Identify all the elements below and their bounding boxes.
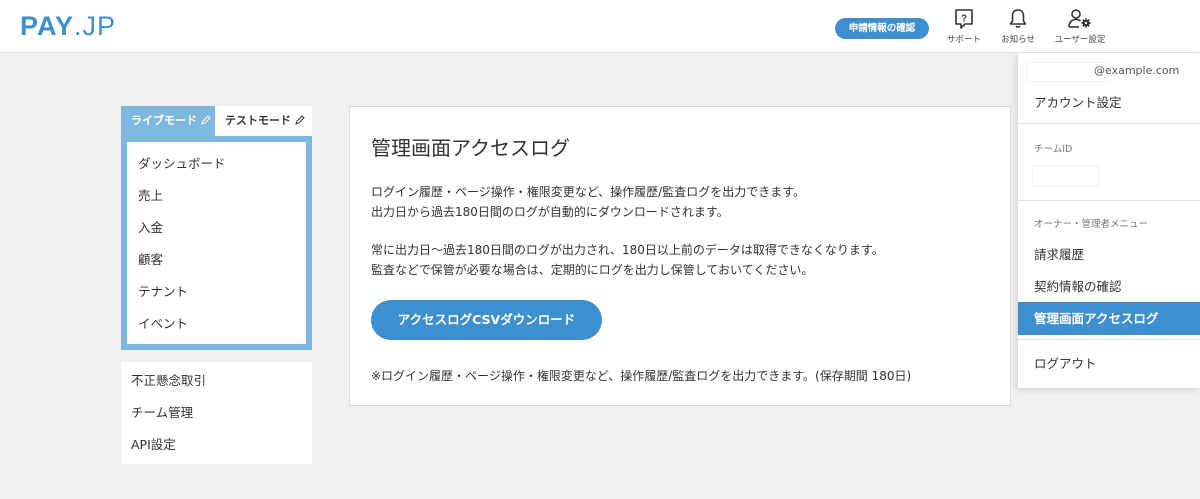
menu-logout[interactable]: ログアウト [1018, 347, 1200, 380]
page-title: 管理画面アクセスログ [371, 136, 570, 160]
retention-note: ※ログイン履歴・ページ操作・権限変更など、操作履歴/監査ログを出力できます。(保… [371, 369, 912, 383]
top-header: PAY.JP 申請情報の確認 ? サポート お知らせ ユーザー設定 [0, 0, 1200, 53]
logo-suffix: .JP [74, 11, 117, 41]
sidebar-extra-nav: 不正懸念取引 チーム管理 API設定 [121, 362, 312, 464]
svg-text:?: ? [961, 14, 967, 25]
sidebar-item-fraud[interactable]: 不正懸念取引 [121, 365, 312, 397]
notifications-label: お知らせ [1001, 35, 1035, 45]
menu-access-log[interactable]: 管理画面アクセスログ [1018, 302, 1200, 335]
access-log-card: 管理画面アクセスログ ログイン履歴・ページ操作・権限変更など、操作履歴/監査ログ… [349, 106, 1011, 406]
pencil-icon [295, 115, 305, 125]
menu-contract-info[interactable]: 契約情報の確認 [1018, 270, 1200, 303]
sidebar-main-nav: ダッシュボード 売上 入金 顧客 テナント イベント [121, 136, 312, 350]
sidebar-item-tenants[interactable]: テナント [127, 276, 306, 308]
sidebar-item-payouts[interactable]: 入金 [127, 212, 306, 244]
sidebar-item-team[interactable]: チーム管理 [121, 397, 312, 429]
user-settings-button[interactable]: ユーザー設定 [1050, 8, 1110, 45]
sidebar-item-sales[interactable]: 売上 [127, 180, 306, 212]
live-mode-label: ライブモード [131, 114, 197, 127]
support-icon: ? [955, 9, 973, 29]
support-label: サポート [946, 35, 981, 45]
user-email: @example.com [1094, 64, 1180, 77]
team-id-value [1032, 165, 1100, 187]
menu-divider [1018, 123, 1200, 124]
support-button[interactable]: ? サポート [934, 8, 994, 45]
mode-tabs: ライブモード テストモード [121, 106, 312, 136]
menu-billing-history[interactable]: 請求履歴 [1018, 238, 1200, 271]
application-info-button[interactable]: 申請情報の確認 [835, 18, 929, 39]
team-id-label: チームID [1034, 144, 1073, 155]
description-line-2: 出力日から過去180日間のログが自動的にダウンロードされます。 [371, 205, 729, 219]
bell-icon [1009, 9, 1027, 29]
sidebar-item-customers[interactable]: 顧客 [127, 244, 306, 276]
logo-main: PAY [20, 11, 75, 41]
user-menu-dropdown: @example.com アカウント設定 チームID オーナー・管理者メニュー … [1018, 53, 1200, 388]
menu-account-settings[interactable]: アカウント設定 [1018, 86, 1200, 119]
payjp-logo[interactable]: PAY.JP [20, 11, 116, 42]
notifications-button[interactable]: お知らせ [988, 8, 1048, 45]
description-line-1: ログイン履歴・ページ操作・権限変更など、操作履歴/監査ログを出力できます。 [371, 185, 806, 199]
sidebar-main-list: ダッシュボード 売上 入金 顧客 テナント イベント [127, 142, 306, 344]
test-mode-tab[interactable]: テストモード [215, 106, 312, 136]
description-line-4: 監査などで保管が必要な場合は、定期的にログを出力し保管しておいてください。 [371, 263, 814, 277]
sidebar-item-api[interactable]: API設定 [121, 429, 312, 461]
pencil-icon [201, 115, 211, 125]
test-mode-label: テストモード [225, 114, 291, 127]
user-settings-label: ユーザー設定 [1054, 35, 1106, 45]
csv-download-button[interactable]: アクセスログCSVダウンロード [371, 300, 602, 340]
menu-divider [1018, 339, 1200, 340]
sidebar-item-events[interactable]: イベント [127, 308, 306, 340]
live-mode-tab[interactable]: ライブモード [121, 106, 215, 136]
owner-menu-label: オーナー・管理者メニュー [1034, 219, 1149, 230]
description-line-3: 常に出力日〜過去180日間のログが出力され、180日以上前のデータは取得できなく… [371, 243, 884, 257]
sidebar-item-dashboard[interactable]: ダッシュボード [127, 148, 306, 180]
user-gear-icon [1068, 9, 1091, 28]
menu-divider [1018, 200, 1200, 201]
